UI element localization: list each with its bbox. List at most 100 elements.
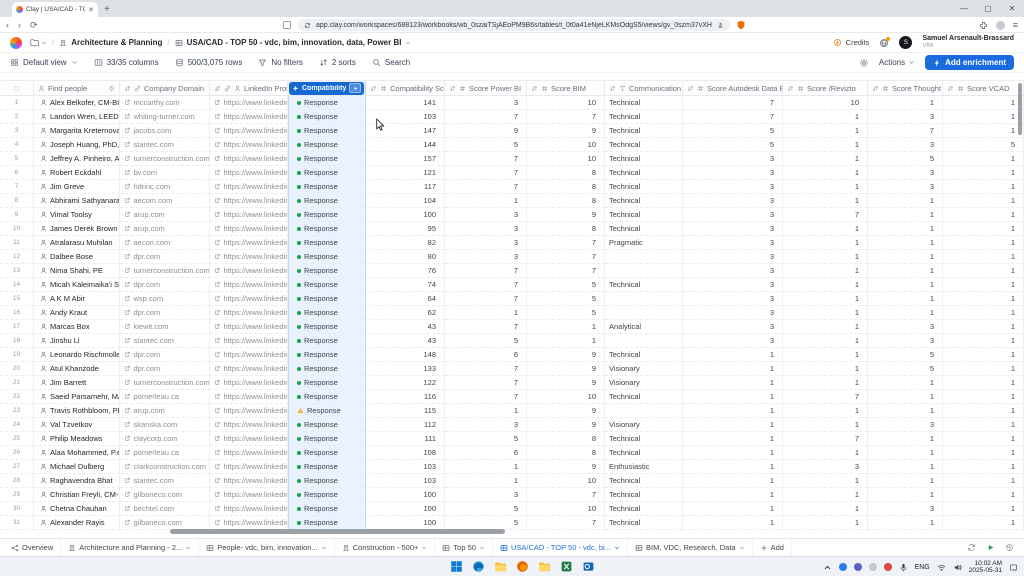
cell-compat[interactable]: 116	[366, 390, 445, 404]
cell-vcad[interactable]: 1	[943, 460, 1024, 474]
cell-vcad[interactable]: 1	[943, 292, 1024, 306]
actions-button[interactable]: Actions	[879, 58, 915, 67]
cell-compat[interactable]: 74	[366, 278, 445, 292]
back-button[interactable]: ‹	[6, 20, 9, 30]
cell-scores[interactable]: Response	[288, 152, 366, 166]
cell-thought[interactable]: 1	[868, 306, 943, 320]
table-row[interactable]: 7 Jim Greve hdrinc.com https://www.linkedin…	[0, 180, 1024, 194]
cell-compat[interactable]: 103	[366, 474, 445, 488]
cell-autodesk[interactable]: 3	[683, 292, 783, 306]
cell-compat[interactable]: 144	[366, 138, 445, 152]
columns-button[interactable]: 33/35 columns	[94, 58, 159, 67]
cell-scores[interactable]: Response	[288, 138, 366, 152]
cell-comm[interactable]: Technical	[605, 502, 683, 516]
cell-domain[interactable]: gilbaneco.com	[120, 516, 210, 530]
cell-comm[interactable]: Technical	[605, 138, 683, 152]
cell-comm[interactable]: Technical	[605, 194, 683, 208]
credits-badge[interactable]: Credits	[833, 38, 869, 47]
table-row[interactable]: 13 Nima Shahi, PE turnerconstruction.com ht…	[0, 264, 1024, 278]
cell-name[interactable]: Christian Freyli, CM-B...	[34, 488, 120, 502]
cell-thought[interactable]: 1	[868, 96, 943, 110]
cell-bim[interactable]: 7	[527, 236, 605, 250]
firefox-icon[interactable]	[516, 560, 529, 573]
cell-comm[interactable]: Technical	[605, 278, 683, 292]
cell-bim[interactable]: 10	[527, 138, 605, 152]
cell-num[interactable]: 9	[0, 208, 34, 222]
cell-scores[interactable]: Response	[288, 250, 366, 264]
cell-comm[interactable]	[605, 264, 683, 278]
notification-icon[interactable]	[1009, 563, 1018, 572]
column-header-comm[interactable]: Communication T...	[605, 81, 683, 95]
cell-compat[interactable]: 100	[366, 488, 445, 502]
cell-name[interactable]: Vimal Toolsy	[34, 208, 120, 222]
cell-domain[interactable]: hdrinc.com	[120, 180, 210, 194]
cell-scores[interactable]: Response	[288, 222, 366, 236]
cell-comm[interactable]: Technical	[605, 208, 683, 222]
cell-num[interactable]: 24	[0, 418, 34, 432]
cell-revizto[interactable]: 1	[783, 180, 868, 194]
cell-vcad[interactable]: 1	[943, 446, 1024, 460]
cell-domain[interactable]: dpr.com	[120, 250, 210, 264]
globe-icon[interactable]	[879, 36, 891, 48]
cell-autodesk[interactable]: 3	[683, 306, 783, 320]
wifi-icon[interactable]	[937, 563, 946, 572]
cell-power_bi[interactable]: 7	[445, 180, 527, 194]
cell-name[interactable]: Jim Barrett	[34, 376, 120, 390]
cell-bim[interactable]: 10	[527, 474, 605, 488]
cell-num[interactable]: 15	[0, 292, 34, 306]
cell-revizto[interactable]: 1	[783, 292, 868, 306]
cell-power_bi[interactable]: 3	[445, 250, 527, 264]
cell-autodesk[interactable]: 3	[683, 208, 783, 222]
cell-comm[interactable]: Visionary	[605, 418, 683, 432]
cell-comm[interactable]	[605, 334, 683, 348]
cell-power_bi[interactable]: 7	[445, 152, 527, 166]
cell-vcad[interactable]: 1	[943, 152, 1024, 166]
cell-domain[interactable]: dpr.com	[120, 362, 210, 376]
cell-num[interactable]: 8	[0, 194, 34, 208]
cell-vcad[interactable]: 5	[943, 138, 1024, 152]
table-row[interactable]: 9 Vimal Toolsy arup.com https://www.linkedi…	[0, 208, 1024, 222]
cell-num[interactable]: 16	[0, 306, 34, 320]
cell-thought[interactable]: 5	[868, 348, 943, 362]
column-header-vcad[interactable]: Score VCAD	[943, 81, 1024, 95]
play-icon[interactable]	[986, 543, 995, 552]
cell-autodesk[interactable]: 1	[683, 446, 783, 460]
column-header-scores[interactable]: Compatibility Scores	[288, 81, 366, 95]
table-row[interactable]: 21 Jim Barrett turnerconstruction.com https…	[0, 376, 1024, 390]
extensions-icon[interactable]	[979, 21, 988, 30]
cell-comm[interactable]: Enthusiastic	[605, 460, 683, 474]
cell-autodesk[interactable]: 1	[683, 516, 783, 530]
cell-autodesk[interactable]: 1	[683, 488, 783, 502]
cell-vcad[interactable]: 1	[943, 320, 1024, 334]
tray-expand-icon[interactable]	[823, 563, 832, 572]
cell-revizto[interactable]: 1	[783, 222, 868, 236]
cell-scores[interactable]: Response	[288, 418, 366, 432]
cell-num[interactable]: 18	[0, 334, 34, 348]
cell-scores[interactable]: Response	[288, 390, 366, 404]
cell-autodesk[interactable]: 7	[683, 96, 783, 110]
cell-bim[interactable]: 10	[527, 152, 605, 166]
cell-compat[interactable]: 100	[366, 208, 445, 222]
cell-comm[interactable]: Technical	[605, 222, 683, 236]
cell-bim[interactable]: 9	[527, 124, 605, 138]
address-bar[interactable]: app.clay.com/workspaces/688123/workbooks…	[298, 19, 730, 31]
column-header-bim[interactable]: Score BIM	[527, 81, 605, 95]
site-info-icon[interactable]	[304, 22, 311, 29]
cell-bim[interactable]: 7	[527, 488, 605, 502]
cell-scores[interactable]: Response	[288, 404, 366, 418]
cell-thought[interactable]: 1	[868, 390, 943, 404]
cell-compat[interactable]: 148	[366, 348, 445, 362]
cell-scores[interactable]: Response	[288, 516, 366, 530]
cell-domain[interactable]: arup.com	[120, 404, 210, 418]
cell-scores[interactable]: Response	[288, 502, 366, 516]
cell-num[interactable]: 25	[0, 432, 34, 446]
cell-autodesk[interactable]: 3	[683, 236, 783, 250]
cell-num[interactable]: 17	[0, 320, 34, 334]
cell-autodesk[interactable]: 1	[683, 404, 783, 418]
cell-power_bi[interactable]: 7	[445, 264, 527, 278]
cell-linkedin[interactable]: https://www.linkedin.co...	[210, 334, 288, 348]
column-header-revizto[interactable]: Score /Revizto	[783, 81, 868, 95]
language-indicator[interactable]: ENG	[915, 564, 930, 571]
cell-name[interactable]: Val Tzvetkov	[34, 418, 120, 432]
cell-thought[interactable]: 1	[868, 474, 943, 488]
